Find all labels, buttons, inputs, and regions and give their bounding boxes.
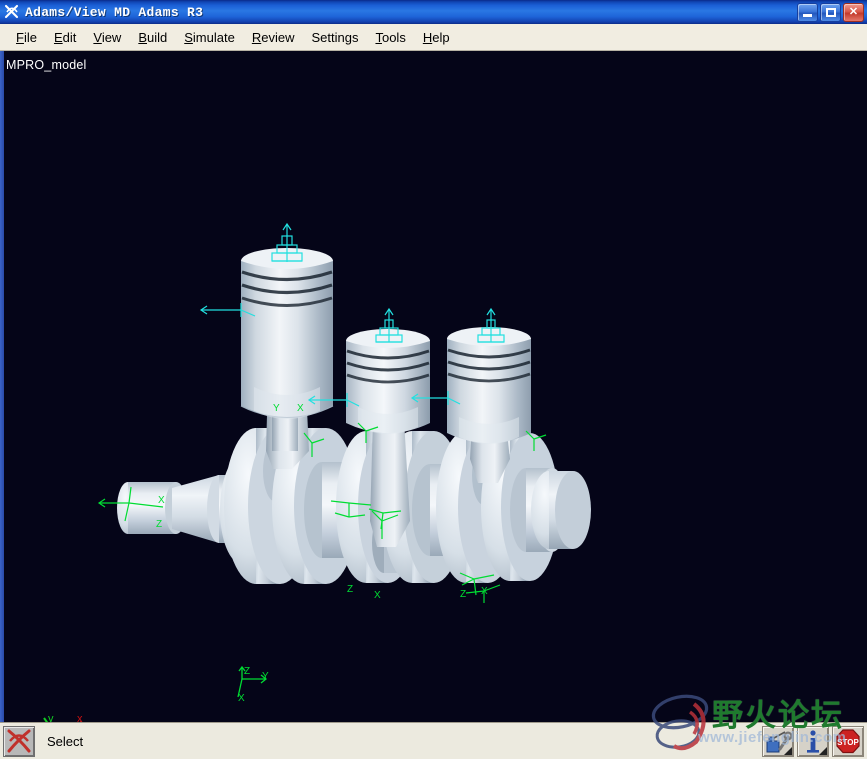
svg-text:x: x [77, 713, 83, 722]
ground-markers [237, 665, 268, 698]
svg-text:Z: Z [347, 584, 353, 595]
menubar: File Edit View Build Simulate Review Set… [0, 24, 867, 51]
menu-settings[interactable]: Settings [303, 28, 367, 47]
svg-text:STOP: STOP [837, 738, 859, 747]
adams-view-window: Adams/View MD Adams R3 ✕ File Edit View … [0, 0, 867, 759]
stop-sign-icon: STOP [836, 728, 860, 753]
piston-2-geometry [346, 329, 430, 434]
minimize-icon [803, 13, 812, 17]
window-title: Adams/View MD Adams R3 [25, 4, 204, 20]
svg-text:y: y [48, 713, 54, 722]
piston-1-geometry [240, 248, 334, 419]
svg-text:Y: Y [262, 671, 269, 682]
tools-button[interactable] [762, 725, 794, 757]
minimize-button[interactable] [797, 2, 818, 22]
ground-marker-labels: Z Y X Y Z Y Z [238, 666, 269, 704]
svg-text:X: X [481, 586, 488, 597]
menu-edit[interactable]: Edit [46, 28, 85, 47]
maximize-icon [826, 7, 836, 17]
crankshaft-geometry [117, 428, 591, 584]
statusbar: Select STOP [0, 722, 867, 759]
select-arrow-icon [7, 729, 31, 752]
menu-build[interactable]: Build [130, 28, 176, 47]
svg-text:Z: Z [460, 589, 466, 600]
adams-x-logo-icon [3, 3, 21, 21]
select-mode-label: Select [47, 733, 84, 749]
svg-text:X: X [374, 590, 381, 601]
statusbar-buttons: STOP [762, 725, 864, 757]
stop-button[interactable]: STOP [832, 725, 864, 757]
svg-text:X: X [238, 693, 245, 704]
close-icon: ✕ [848, 5, 859, 18]
svg-text:X: X [158, 495, 165, 506]
menu-file[interactable]: File [8, 28, 46, 47]
titlebar: Adams/View MD Adams R3 ✕ [0, 0, 867, 24]
tools-dropdown-arrow-icon[interactable] [784, 746, 792, 755]
piston-3-geometry [447, 327, 531, 444]
select-mode-button[interactable] [3, 725, 35, 757]
menu-review[interactable]: Review [244, 28, 304, 47]
close-button[interactable]: ✕ [843, 2, 864, 22]
model-geometry: X Z Y X Z X Z X Z Y X x y [43, 222, 591, 722]
svg-text:Z: Z [156, 519, 162, 530]
menu-view[interactable]: View [85, 28, 130, 47]
info-dropdown-arrow-icon[interactable] [819, 746, 827, 755]
menu-simulate[interactable]: Simulate [176, 28, 244, 47]
svg-text:X: X [297, 403, 304, 414]
info-button[interactable] [797, 725, 829, 757]
window-controls: ✕ [797, 2, 864, 22]
svg-text:Z: Z [244, 666, 250, 677]
svg-text:Y: Y [273, 403, 280, 414]
menu-help[interactable]: Help [415, 28, 459, 47]
menu-tools[interactable]: Tools [367, 28, 414, 47]
model-viewport[interactable]: MPRO_model X Z Y X Z X Z X Z Y X x y [4, 51, 867, 722]
global-axis-triad: x y z [43, 713, 83, 722]
maximize-button[interactable] [820, 2, 841, 22]
